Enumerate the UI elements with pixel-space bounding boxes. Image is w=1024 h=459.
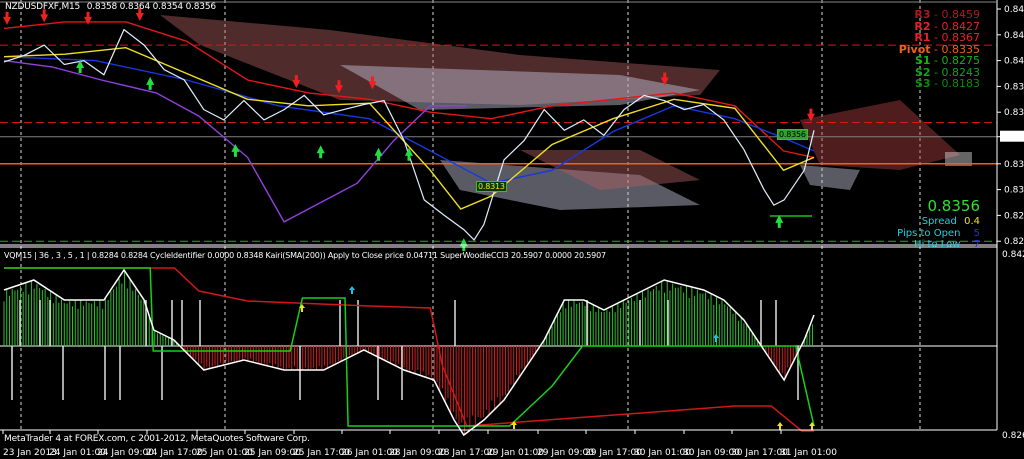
pips-value: 5 xyxy=(973,228,980,239)
price-tick-label: 0.8275 xyxy=(1004,237,1024,247)
spread-label: Spread xyxy=(921,216,957,227)
price-tick-label: 0.8415 xyxy=(1004,57,1024,67)
price-tick-label: 0.8335 xyxy=(1004,160,1024,170)
ichimoku-cloud xyxy=(160,15,972,210)
cloud-bullish xyxy=(800,165,860,190)
pivot-name: S3 xyxy=(914,77,931,90)
indicator-panel xyxy=(0,267,997,437)
price-tick-label: 0.8375 xyxy=(1004,108,1024,118)
indicator-red-trend xyxy=(4,267,814,432)
time-tick-label: 29 Jan 01:00 xyxy=(487,448,544,458)
indicator-tick-label: 0.8266 xyxy=(1002,431,1024,441)
indicator-header: VQM15 | 36 , 3 , 5 , 1 | 0.8284 0.8284 C… xyxy=(4,251,606,260)
time-tick-label: 24 Jan 17:00 xyxy=(146,448,203,458)
copyright: MetaTrader 4 at FOREX.com, c 2001-2012, … xyxy=(4,434,310,444)
price-tick-label: 0.8295 xyxy=(1004,211,1024,221)
buy-arrow-icon xyxy=(775,214,784,228)
pivot-value: - 0.8183 xyxy=(930,77,980,90)
spread-value: 0.4 xyxy=(964,216,980,227)
buy-arrow-icon xyxy=(316,145,325,159)
price-box-label: 0.8356 xyxy=(777,129,808,140)
chart-header: NZDUSDFXF,M15 0.8358 0.8364 0.8354 0.835… xyxy=(5,2,216,12)
price-box-label: 0.8313 xyxy=(476,181,507,192)
price-tick-label: 0.8356 xyxy=(1004,133,1024,143)
indicator-arrow-icon xyxy=(349,286,355,294)
pivot-label-s3: S3 - 0.8183 xyxy=(915,77,980,90)
indicator-tick-label: 0.8423 xyxy=(1002,250,1024,260)
indicator-arrow-icon xyxy=(777,422,783,430)
price-tick-label: 0.8455 xyxy=(1004,5,1024,15)
indicator-oscillator xyxy=(3,268,815,437)
indicator-green-trend xyxy=(4,267,815,427)
cloud-bearish xyxy=(800,100,960,170)
symbol-label: NZDUSDFXF,M15 xyxy=(5,2,81,12)
hilo-value: 7 xyxy=(973,239,980,250)
chart-canvas: 0.8455 0.8435 0.8415 0.8395 0.8375 0.8356 0.83… xyxy=(0,0,1024,458)
ohlc-values: 0.8358 0.8364 0.8354 0.8356 xyxy=(86,2,216,12)
sell-arrow-icon xyxy=(3,11,12,25)
pips-label: Pips to Open xyxy=(897,228,961,239)
hilo-label: Hi to Low xyxy=(914,239,961,250)
time-tick-label: 31 Jan 01:00 xyxy=(780,448,837,458)
price-tick-label: 0.8315 xyxy=(1004,186,1024,196)
buy-arrow-icon xyxy=(146,76,155,90)
hilo-row: Hi to Low 7 xyxy=(914,239,980,250)
buy-arrow-icon xyxy=(231,143,240,157)
pips-row: Pips to Open 5 xyxy=(897,228,980,239)
sell-arrow-icon xyxy=(84,11,93,25)
spread-row: Spread 0.4 xyxy=(922,216,980,227)
current-price: 0.8356 xyxy=(927,197,981,215)
price-tick-label: 0.8435 xyxy=(1004,31,1024,41)
price-tick-label: 0.8395 xyxy=(1004,82,1024,92)
buy-arrow-icon xyxy=(374,147,383,161)
